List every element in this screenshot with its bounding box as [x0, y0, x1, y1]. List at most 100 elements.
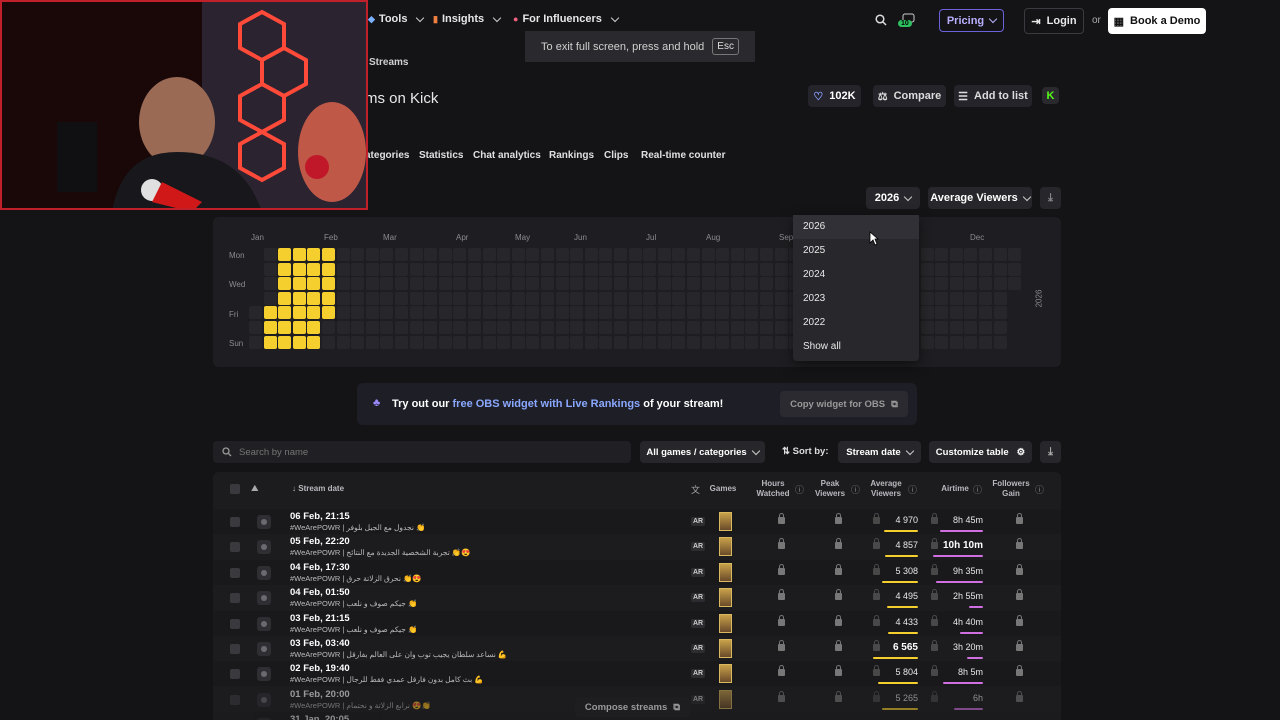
heatmap-day-cell[interactable] [292, 291, 306, 305]
heatmap-day-cell[interactable] [760, 306, 773, 320]
heatmap-day-cell[interactable] [614, 291, 627, 305]
heatmap-day-cell[interactable] [687, 248, 700, 261]
heatmap-day-cell[interactable] [672, 306, 686, 320]
game-cover-icon[interactable] [719, 639, 732, 658]
heatmap-day-cell[interactable] [526, 306, 540, 320]
heatmap-day-cell[interactable] [760, 262, 773, 276]
row-checkbox[interactable] [230, 567, 240, 578]
heatmap-day-cell[interactable] [774, 321, 788, 334]
heatmap-day-cell[interactable] [278, 277, 292, 291]
heatmap-day-cell[interactable] [438, 277, 452, 291]
heatmap-day-cell[interactable] [511, 248, 525, 261]
heatmap-day-cell[interactable] [497, 262, 511, 276]
heatmap-day-cell[interactable] [993, 321, 1007, 334]
heatmap-day-cell[interactable] [263, 262, 277, 276]
heatmap-day-cell[interactable] [511, 262, 525, 276]
heatmap-day-cell[interactable] [380, 335, 394, 349]
heatmap-day-cell[interactable] [745, 291, 759, 305]
heatmap-day-cell[interactable] [336, 262, 350, 276]
heatmap-day-cell[interactable] [307, 306, 321, 320]
heatmap-day-cell[interactable] [949, 306, 963, 320]
heatmap-day-cell[interactable] [249, 335, 262, 349]
table-row[interactable]: 03 Feb, 21:15 #WeArePOWR | جيكم صوف و نلع… [213, 610, 1061, 636]
tab-chat-analytics[interactable]: Chat analytics [473, 150, 541, 161]
heatmap-day-cell[interactable] [307, 321, 321, 334]
heatmap-day-cell[interactable] [687, 262, 700, 276]
heatmap-day-cell[interactable] [307, 277, 321, 291]
heatmap-day-cell[interactable] [920, 277, 934, 291]
notification-icon[interactable]: 10 [898, 13, 918, 29]
select-all-checkbox[interactable] [230, 484, 240, 494]
heatmap-day-cell[interactable] [336, 335, 350, 349]
heatmap-day-cell[interactable] [453, 277, 467, 291]
heatmap-day-cell[interactable] [395, 321, 408, 334]
heatmap-day-cell[interactable] [1008, 277, 1022, 291]
heatmap-day-cell[interactable] [263, 306, 277, 320]
heatmap-day-cell[interactable] [424, 291, 438, 305]
heatmap-day-cell[interactable] [949, 335, 963, 349]
heatmap-day-cell[interactable] [701, 291, 715, 305]
sort-select[interactable]: Stream date [838, 441, 921, 463]
heatmap-day-cell[interactable] [599, 262, 613, 276]
column-settings-icon[interactable]: ⛰ [251, 483, 259, 494]
heatmap-day-cell[interactable] [409, 335, 423, 349]
heatmap-day-cell[interactable] [322, 321, 335, 334]
heatmap-day-cell[interactable] [409, 306, 423, 320]
heatmap-day-cell[interactable] [716, 306, 730, 320]
heatmap-day-cell[interactable] [745, 306, 759, 320]
heatmap-day-cell[interactable] [322, 248, 335, 261]
header-airtime[interactable]: Airtime [938, 484, 972, 494]
heatmap-day-cell[interactable] [365, 306, 379, 320]
heatmap-day-cell[interactable] [657, 277, 671, 291]
heatmap-day-cell[interactable] [774, 291, 788, 305]
heatmap-day-cell[interactable] [760, 291, 773, 305]
heatmap-day-cell[interactable] [745, 321, 759, 334]
game-cover-icon[interactable] [719, 613, 732, 633]
heatmap-day-cell[interactable] [497, 321, 511, 334]
download-icon[interactable]: ⤓ [1040, 187, 1061, 209]
heatmap-day-cell[interactable] [395, 335, 408, 349]
heatmap-day-cell[interactable] [263, 321, 277, 334]
heatmap-day-cell[interactable] [760, 248, 773, 261]
heatmap-day-cell[interactable] [672, 335, 686, 349]
heatmap-day-cell[interactable] [351, 262, 365, 276]
book-demo-button[interactable]: ▦ Book a Demo [1108, 8, 1206, 34]
heatmap-day-cell[interactable] [380, 321, 394, 334]
heatmap-day-cell[interactable] [570, 291, 584, 305]
heatmap-day-cell[interactable] [672, 248, 686, 261]
heatmap-day-cell[interactable] [1008, 262, 1022, 276]
heatmap-day-cell[interactable] [292, 262, 306, 276]
heatmap-day-cell[interactable] [468, 248, 481, 261]
row-checkbox[interactable] [230, 542, 240, 553]
heatmap-day-cell[interactable] [935, 306, 949, 320]
heatmap-day-cell[interactable] [526, 321, 540, 334]
heatmap-day-cell[interactable] [424, 306, 438, 320]
heatmap-day-cell[interactable] [453, 248, 467, 261]
heatmap-day-cell[interactable] [570, 277, 584, 291]
tab-clips[interactable]: Clips [604, 150, 628, 161]
heatmap-day-cell[interactable] [263, 335, 277, 349]
heatmap-day-cell[interactable] [278, 321, 292, 334]
compare-button[interactable]: ⚖ Compare [873, 85, 946, 107]
heatmap-day-cell[interactable] [628, 321, 642, 334]
heatmap-day-cell[interactable] [701, 335, 715, 349]
heatmap-day-cell[interactable] [307, 248, 321, 261]
heatmap-day-cell[interactable] [935, 291, 949, 305]
heatmap-day-cell[interactable] [614, 277, 627, 291]
heatmap-day-cell[interactable] [424, 262, 438, 276]
heatmap-day-cell[interactable] [657, 262, 671, 276]
heatmap-day-cell[interactable] [964, 291, 978, 305]
heatmap-day-cell[interactable] [424, 277, 438, 291]
heatmap-day-cell[interactable] [468, 321, 481, 334]
stream-date[interactable]: 05 Feb, 22:20 [290, 536, 350, 547]
table-row[interactable]: 05 Feb, 22:20 #WeArePOWR | تجربة الشخصية … [213, 534, 1061, 559]
heatmap-day-cell[interactable] [964, 277, 978, 291]
heatmap-day-cell[interactable] [541, 262, 554, 276]
heatmap-day-cell[interactable] [993, 262, 1007, 276]
heatmap-day-cell[interactable] [322, 291, 335, 305]
heatmap-day-cell[interactable] [365, 291, 379, 305]
heatmap-day-cell[interactable] [643, 277, 657, 291]
heatmap-day-cell[interactable] [672, 277, 686, 291]
heatmap-day-cell[interactable] [380, 306, 394, 320]
heatmap-day-cell[interactable] [949, 277, 963, 291]
